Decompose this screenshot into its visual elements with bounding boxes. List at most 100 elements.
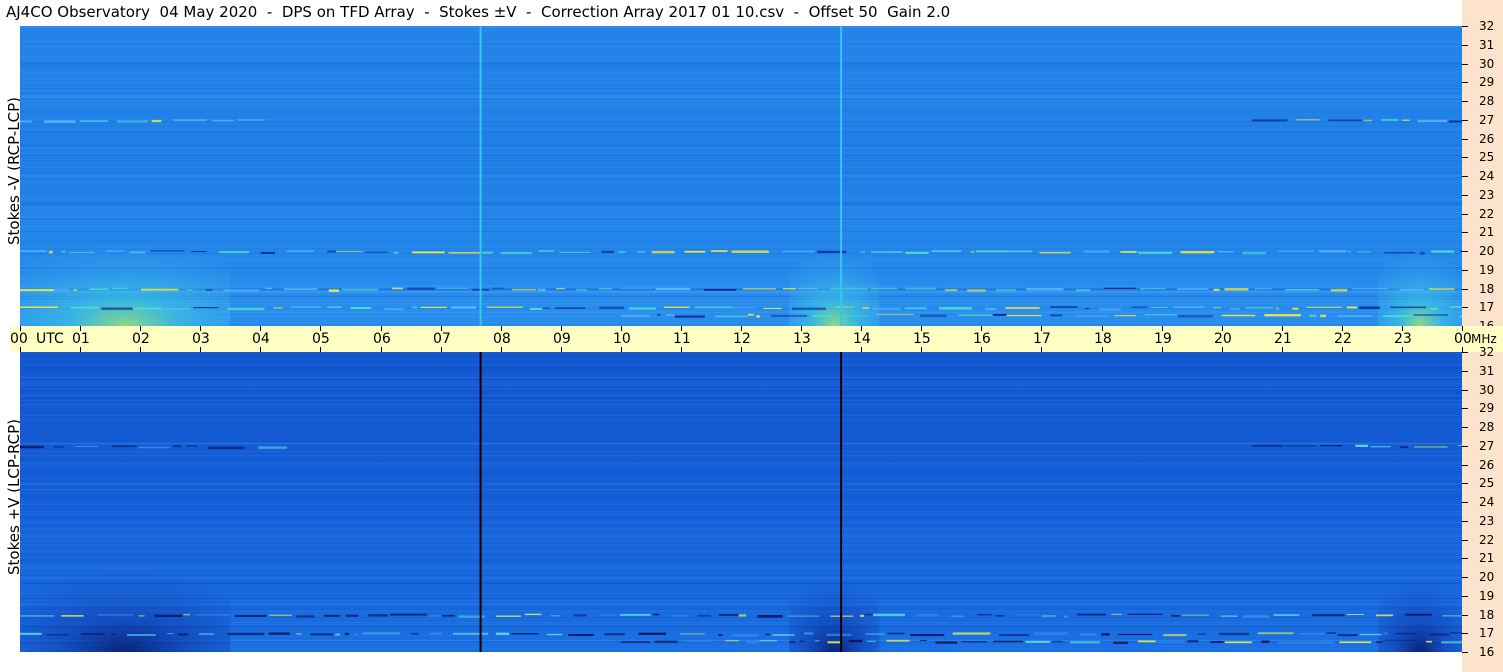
texture-row: [20, 424, 1462, 426]
texture-row: [20, 214, 1462, 216]
rfi-streak: [1171, 615, 1181, 617]
texture-row: [20, 100, 1462, 102]
rfi-streak: [212, 119, 234, 122]
texture-row: [20, 622, 1462, 624]
frequency-tick-label: 22: [1479, 533, 1495, 547]
rfi-streak: [985, 308, 997, 311]
rfi-streak: [619, 613, 651, 616]
frequency-tick-label: 20: [1479, 570, 1495, 584]
rfi-streak: [407, 287, 435, 290]
rfi-streak: [258, 446, 287, 449]
rfi-streak: [1417, 119, 1448, 123]
rfi-streak: [1052, 640, 1063, 643]
rfi-streak: [481, 251, 493, 254]
rfi-streak: [453, 632, 489, 635]
rfi-streak: [939, 307, 972, 310]
texture-row: [20, 33, 1462, 35]
bottom-frequency-axis: 32 31 30 29 28 27 26 25 24 23 22 21 20 19 18 17 16: [1462, 346, 1503, 672]
texture-row: [20, 146, 1462, 148]
frequency-tick-label: 29: [1479, 75, 1495, 89]
rfi-streak: [151, 119, 162, 123]
rfi-streak: [1103, 287, 1136, 289]
texture-row: [20, 154, 1462, 156]
rfi-streak: [284, 288, 318, 291]
rfi-streak: [384, 308, 404, 311]
daytime-feature: [20, 222, 231, 326]
rfi-streak: [931, 250, 962, 253]
rfi-streak: [967, 289, 986, 292]
rfi-streak: [995, 615, 1005, 617]
rfi-streak: [1009, 250, 1033, 253]
texture-row: [20, 603, 1462, 604]
texture-row: [20, 620, 1462, 621]
rfi-streak: [1309, 314, 1317, 317]
rfi-streak: [46, 634, 70, 636]
top-frequency-axis: 3231302928272625242322212019181716: [1462, 20, 1503, 332]
rfi-streak: [905, 251, 929, 254]
rfi-streak: [1075, 315, 1108, 317]
frequency-tick-label: 19: [1479, 263, 1495, 277]
time-tick-label: 19: [1154, 331, 1172, 347]
rfi-streak: [788, 615, 820, 617]
rfi-streak: [392, 287, 403, 290]
rfi-streak: [353, 633, 358, 636]
rfi-streak: [1346, 306, 1357, 309]
rfi-streak: [1083, 250, 1110, 253]
texture-row: [20, 555, 1462, 557]
rfi-streak: [887, 632, 905, 635]
rfi-streak: [129, 251, 146, 254]
rfi-streak: [1070, 641, 1101, 644]
rfi-streak: [1101, 633, 1110, 636]
rfi-streak: [1039, 251, 1071, 254]
rfi-streak: [732, 634, 759, 637]
frequency-tick-mark: [1462, 615, 1468, 616]
rfi-streak: [970, 251, 975, 254]
frequency-tick-label: 27: [1479, 439, 1495, 453]
rfi-streak: [1261, 640, 1270, 643]
rfi-streak: [684, 250, 706, 253]
rfi-streak: [1033, 632, 1069, 635]
rfi-streak: [53, 288, 69, 291]
texture-row: [20, 605, 1462, 607]
texture-row: [20, 248, 1462, 250]
texture-row: [20, 645, 1462, 647]
texture-row: [20, 556, 1462, 558]
texture-row: [20, 607, 1462, 609]
rfi-streak: [703, 288, 737, 291]
frequency-tick-mark: [1462, 465, 1468, 466]
texture-row: [20, 415, 1462, 417]
rfi-streak: [1390, 306, 1427, 309]
frequency-tick-mark: [1462, 82, 1468, 83]
rfi-streak: [1313, 641, 1334, 644]
frequency-tick-mark: [1462, 101, 1468, 102]
texture-row: [20, 88, 1462, 90]
rfi-streak: [537, 288, 546, 292]
rfi-streak: [1187, 640, 1199, 643]
texture-row: [20, 489, 1462, 490]
texture-row: [20, 86, 1462, 88]
rfi-streak: [286, 250, 314, 253]
texture-row: [20, 312, 1462, 314]
rfi-streak: [711, 250, 728, 252]
texture-row: [20, 172, 1462, 174]
frequency-tick-mark: [1462, 540, 1468, 541]
frequency-tick-mark: [1462, 232, 1468, 233]
rfi-streak: [799, 640, 805, 642]
texture-row: [20, 284, 1462, 286]
frequency-tick-mark: [1462, 251, 1468, 252]
rfi-streak: [112, 633, 116, 635]
texture-row: [20, 465, 1462, 467]
rfi-streak: [1257, 632, 1294, 635]
texture-row: [20, 511, 1462, 513]
texture-row: [20, 395, 1462, 396]
rfi-streak: [268, 632, 290, 635]
frequency-tick-mark: [1462, 652, 1468, 653]
texture-row: [20, 216, 1462, 218]
rfi-streak: [61, 250, 66, 253]
texture-row: [20, 64, 1462, 66]
rfi-streak: [1375, 614, 1394, 617]
frequency-tick-label: 24: [1479, 495, 1495, 509]
rfi-streak: [1320, 445, 1343, 447]
rfi-streak: [657, 313, 661, 316]
rfi-streak: [1155, 641, 1185, 643]
